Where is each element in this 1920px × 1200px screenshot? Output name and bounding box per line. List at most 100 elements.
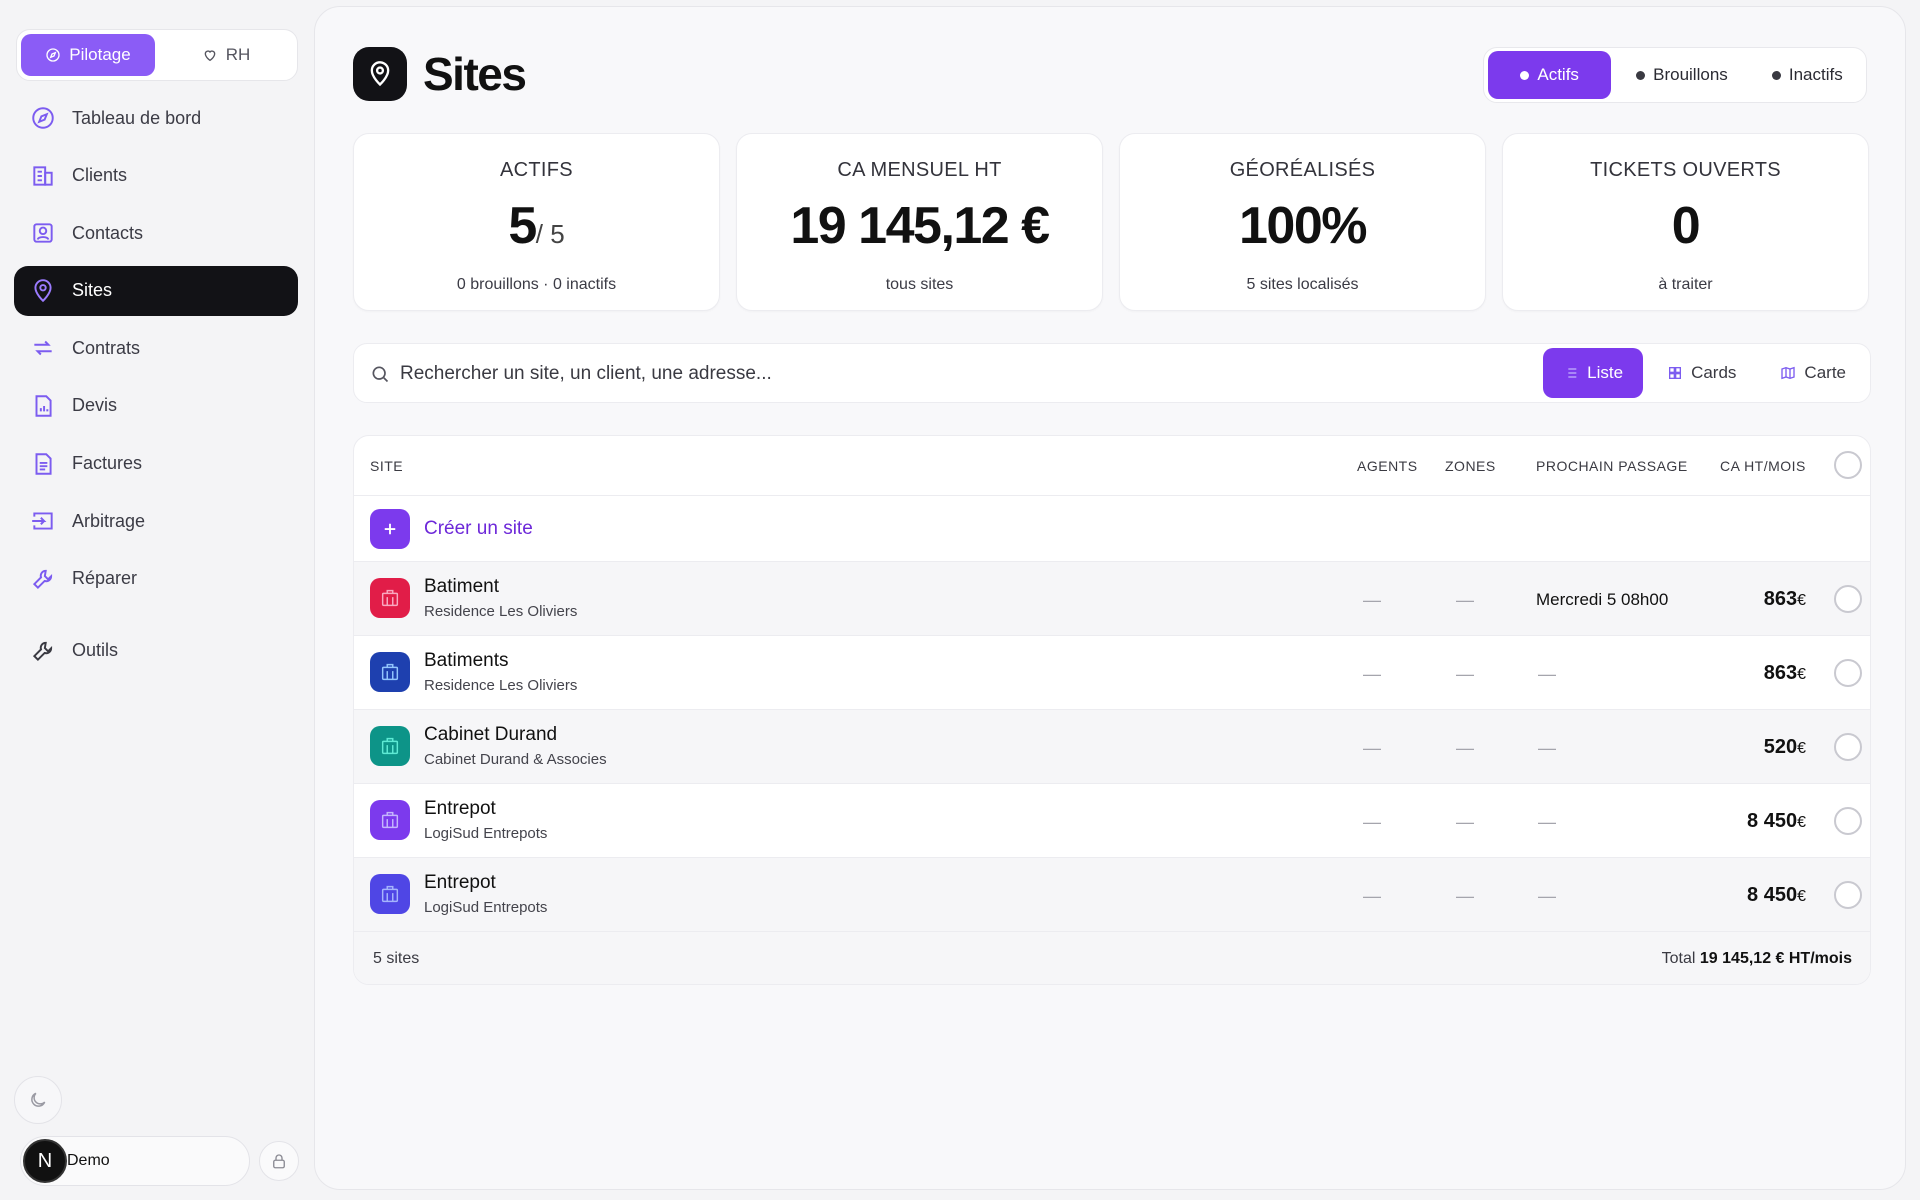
sidebar-item-label: Devis [72, 395, 118, 416]
view-label: Cards [1691, 363, 1737, 382]
sidebar-item-label: Contrats [72, 337, 141, 358]
site-client: Residence Les Oliviers [424, 603, 578, 620]
row-checkbox[interactable] [1834, 585, 1862, 613]
sidebar-item-tableau-de-bord[interactable]: Tableau de bord [14, 93, 298, 143]
mode-rh-button[interactable]: RH [159, 34, 293, 76]
ca-value: 863€ [1764, 588, 1806, 611]
agents-value: — [1363, 738, 1381, 758]
ca-value: 520€ [1764, 736, 1806, 759]
sidebar-item-outils[interactable]: Outils [14, 626, 298, 676]
view-carte-button[interactable]: Carte [1760, 348, 1866, 398]
select-all-checkbox[interactable] [1834, 451, 1862, 479]
kpi-actifs: ACTIFS 5/ 5 0 brouillons · 0 inactifs [353, 133, 720, 311]
agents-value: — [1363, 590, 1381, 610]
wrench-icon [32, 569, 53, 589]
view-cards-button[interactable]: Cards [1647, 348, 1756, 398]
map-icon [1781, 366, 1796, 380]
column-header-zones[interactable]: ZONES [1445, 458, 1496, 474]
ca-value: 8 450€ [1747, 810, 1806, 833]
document-icon [35, 452, 52, 475]
tab-inactifs[interactable]: Inactifs [1753, 51, 1862, 99]
next-pass-value: — [1538, 812, 1556, 832]
lock-button[interactable] [259, 1141, 299, 1181]
sidebar-item-devis[interactable]: Devis [14, 381, 298, 431]
sidebar-item-label: Sites [72, 280, 113, 301]
table-total: Total 19 145,12 € HT/mois [1662, 950, 1852, 968]
site-name: Batiments [424, 650, 509, 671]
contact-card-icon [33, 223, 53, 243]
agents-value: — [1363, 812, 1381, 832]
sidebar-item-contrats[interactable]: Contrats [14, 323, 298, 373]
tab-brouillons[interactable]: Brouillons [1615, 51, 1748, 99]
tab-label: Actifs [1537, 65, 1579, 84]
table-header: SITE AGENTS ZONES PROCHAIN PASSAGE CA HT… [354, 436, 1870, 496]
zones-value: — [1456, 590, 1474, 610]
currency: € [1797, 592, 1806, 609]
next-pass-value: — [1538, 664, 1556, 684]
row-checkbox[interactable] [1834, 807, 1862, 835]
tab-actifs[interactable]: Actifs [1488, 51, 1612, 99]
site-building-icon [370, 874, 410, 914]
plus-icon [370, 509, 410, 549]
view-liste-button[interactable]: Liste [1543, 348, 1644, 398]
currency: € [1797, 666, 1806, 683]
create-site-row[interactable]: Créer un site [354, 496, 1870, 562]
ca-amount: 520 [1763, 736, 1798, 758]
site-name: Batiment [424, 576, 499, 597]
site-building-icon [370, 800, 410, 840]
table-row[interactable]: Entrepot LogiSud Entrepots — — — 8 450€ [354, 858, 1870, 932]
sidebar-item-factures[interactable]: Factures [14, 439, 298, 489]
main-nav: Tableau de bord Clients Contacts Sites C… [14, 93, 298, 683]
column-header-prochain-passage[interactable]: PROCHAIN PASSAGE [1536, 458, 1688, 474]
site-client: Cabinet Durand & Associes [424, 751, 607, 768]
mode-pilotage-button[interactable]: Pilotage [21, 34, 155, 76]
table-row[interactable]: Batiments Residence Les Oliviers — — — 8… [354, 636, 1870, 710]
kpi-footnote: 0 brouillons · 0 inactifs [456, 276, 617, 293]
site-name: Entrepot [424, 872, 496, 893]
heart-icon [204, 50, 216, 62]
row-checkbox[interactable] [1834, 659, 1862, 687]
site-name: Cabinet Durand [424, 724, 558, 745]
site-client: LogiSud Entrepots [424, 825, 548, 842]
kpi-number: 5 [508, 197, 537, 255]
site-client: Residence Les Oliviers [424, 677, 578, 694]
user-name: Demo [67, 1152, 110, 1169]
ca-value: 863€ [1764, 662, 1806, 685]
tab-label: Inactifs [1788, 65, 1843, 84]
dot-icon [1771, 70, 1781, 80]
sidebar-item-reparer[interactable]: Réparer [14, 554, 298, 604]
sidebar-item-sites[interactable]: Sites [14, 265, 298, 316]
ca-amount: 863 [1763, 588, 1798, 610]
site-building-icon [370, 726, 410, 766]
sidebar-item-label: Clients [72, 165, 128, 186]
sidebar-item-arbitrage[interactable]: Arbitrage [14, 496, 298, 546]
kpi-footnote: tous sites [885, 276, 954, 293]
kpi-label: TICKETS OUVERTS [1590, 159, 1781, 181]
sidebar-item-label: Outils [72, 640, 119, 661]
dot-icon [1636, 70, 1646, 80]
user-menu[interactable]: N Demo [20, 1136, 250, 1186]
sidebar: Pilotage RH Tableau de bord Clients Cont… [0, 0, 314, 1200]
theme-toggle-button[interactable] [14, 1076, 62, 1124]
next-pass-value: — [1538, 886, 1556, 906]
kpi-value: 19 145,12 € [790, 197, 1050, 255]
zones-value: — [1456, 664, 1474, 684]
row-checkbox[interactable] [1834, 733, 1862, 761]
search-bar: Liste Cards Carte [353, 343, 1871, 403]
currency: € [1797, 888, 1806, 905]
table-row[interactable]: Batiment Residence Les Oliviers — — Merc… [354, 562, 1870, 636]
sidebar-item-contacts[interactable]: Contacts [14, 208, 298, 258]
agents-value: — [1363, 886, 1381, 906]
table-row[interactable]: Entrepot LogiSud Entrepots — — — 8 450€ [354, 784, 1870, 858]
row-checkbox[interactable] [1834, 881, 1862, 909]
kpi-value: 100% [1239, 197, 1368, 255]
sidebar-item-label: Arbitrage [72, 510, 146, 531]
map-pin-icon [34, 279, 52, 302]
search-input[interactable] [400, 356, 1530, 392]
column-header-agents[interactable]: AGENTS [1357, 458, 1418, 474]
column-header-ca[interactable]: CA HT/MOIS [1720, 458, 1806, 474]
sites-table: SITE AGENTS ZONES PROCHAIN PASSAGE CA HT… [353, 435, 1871, 985]
column-header-site[interactable]: SITE [370, 458, 403, 474]
table-row[interactable]: Cabinet Durand Cabinet Durand & Associes… [354, 710, 1870, 784]
sidebar-item-clients[interactable]: Clients [14, 151, 298, 201]
